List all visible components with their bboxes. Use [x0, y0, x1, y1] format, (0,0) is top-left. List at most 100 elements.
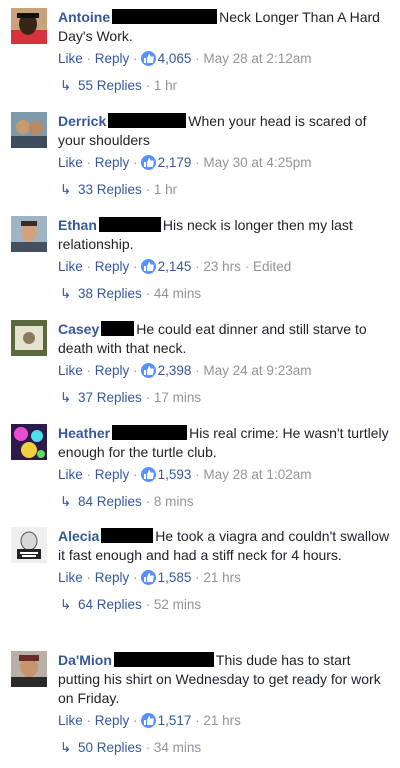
reply-link[interactable]: Reply	[95, 467, 130, 482]
like-link[interactable]: Like	[58, 155, 83, 170]
reply-link[interactable]: Reply	[95, 363, 130, 378]
edited-label[interactable]: Edited	[253, 259, 291, 274]
like-link[interactable]: Like	[58, 713, 83, 728]
like-link[interactable]: Like	[58, 363, 83, 378]
comment-timestamp[interactable]: May 24 at 9:23am	[203, 363, 311, 378]
comment-timestamp[interactable]: 21 hrs	[203, 713, 241, 728]
comment-timestamp[interactable]: 23 hrs	[203, 259, 241, 274]
comment-text-block: Heather His real crime: He wasn't turtlel…	[58, 424, 390, 462]
like-count-icon	[140, 363, 156, 378]
redacted-surname	[101, 528, 154, 543]
comment-body: Heather His real crime: He wasn't turtlel…	[58, 424, 390, 511]
comment-text-block: Ethan His neck is longer then my last rel…	[58, 216, 390, 254]
comment-timestamp[interactable]: May 30 at 4:25pm	[203, 155, 311, 170]
like-count[interactable]: 1,585	[158, 570, 192, 585]
commenter-name[interactable]: Derrick	[58, 113, 106, 129]
redacted-surname	[113, 652, 214, 667]
comment-body: Ethan His neck is longer then my last rel…	[58, 216, 390, 303]
reply-arrow-icon: ↳	[60, 182, 72, 197]
commenter-name[interactable]: Ethan	[58, 217, 97, 233]
comment-feed: Antoine Neck Longer Than A Hard Day's Wor…	[0, 0, 400, 768]
comment-text-block: Da'Mion This dude has to start putting hi…	[58, 651, 390, 708]
reply-link[interactable]: Reply	[95, 155, 130, 170]
reply-arrow-icon: ↳	[60, 78, 72, 93]
like-count-icon	[140, 570, 156, 585]
redacted-surname	[108, 113, 187, 128]
replies-count[interactable]: 33 Replies	[78, 182, 142, 197]
avatar[interactable]	[11, 424, 47, 460]
replies-count[interactable]: 55 Replies	[78, 78, 142, 93]
commenter-name[interactable]: Da'Mion	[58, 652, 112, 668]
comment-actions: Like · Reply · 2,398 · May 24 at 9:23am	[58, 363, 312, 378]
replies-timestamp: 34 mins	[153, 740, 202, 755]
replies-row[interactable]: ↳ 55 Replies · 1 hr	[60, 77, 390, 95]
reply-arrow-icon: ↳	[60, 286, 72, 301]
like-link[interactable]: Like	[58, 51, 83, 66]
replies-timestamp: 44 mins	[153, 286, 202, 301]
redacted-surname	[98, 217, 161, 232]
comment-timestamp[interactable]: May 28 at 2:12am	[203, 51, 311, 66]
avatar[interactable]	[11, 651, 47, 687]
redacted-surname	[101, 321, 135, 336]
like-count[interactable]: 4,065	[158, 51, 192, 66]
like-link[interactable]: Like	[58, 467, 83, 482]
comment-body: Da'Mion This dude has to start putting hi…	[58, 651, 390, 757]
like-count[interactable]: 2,145	[158, 259, 192, 274]
replies-timestamp: 1 hr	[153, 78, 178, 93]
avatar[interactable]	[11, 112, 47, 148]
replies-row[interactable]: ↳ 37 Replies · 17 mins	[60, 389, 390, 407]
replies-row[interactable]: ↳ 84 Replies · 8 mins	[60, 493, 390, 511]
commenter-name[interactable]: Antoine	[58, 9, 110, 25]
avatar[interactable]	[11, 320, 47, 356]
like-count-icon	[140, 259, 156, 274]
replies-timestamp: 8 mins	[153, 494, 194, 509]
comment-text-block: Casey He could eat dinner and still starv…	[58, 320, 390, 358]
replies-row[interactable]: ↳ 50 Replies · 34 mins	[60, 739, 390, 757]
replies-timestamp: 52 mins	[153, 597, 202, 612]
reply-link[interactable]: Reply	[95, 259, 130, 274]
commenter-name[interactable]: Casey	[58, 321, 99, 337]
like-count[interactable]: 2,179	[158, 155, 192, 170]
comment-body: Derrick When your head is scared of your …	[58, 112, 390, 199]
comment-actions: Like · Reply · 2,145 · 23 hrs · Edited	[58, 259, 292, 274]
reply-link[interactable]: Reply	[95, 570, 130, 585]
like-count-icon	[140, 713, 156, 728]
replies-count[interactable]: 84 Replies	[78, 494, 142, 509]
like-link[interactable]: Like	[58, 259, 83, 274]
reply-arrow-icon: ↳	[60, 597, 72, 612]
like-count-icon	[140, 467, 156, 482]
replies-count[interactable]: 37 Replies	[78, 390, 142, 405]
avatar[interactable]	[11, 8, 47, 44]
redacted-surname	[112, 425, 188, 440]
reply-link[interactable]: Reply	[95, 51, 130, 66]
comment-timestamp[interactable]: May 28 at 1:02am	[203, 467, 311, 482]
like-count[interactable]: 1,593	[158, 467, 192, 482]
replies-timestamp: 17 mins	[153, 390, 202, 405]
replies-count[interactable]: 38 Replies	[78, 286, 142, 301]
avatar[interactable]	[11, 216, 47, 252]
replies-row[interactable]: ↳ 33 Replies · 1 hr	[60, 181, 390, 199]
comment-text-block: Alecia He took a viagra and couldn't swal…	[58, 527, 390, 565]
comment-timestamp[interactable]: 21 hrs	[203, 570, 241, 585]
like-count-icon	[140, 51, 156, 66]
reply-arrow-icon: ↳	[60, 390, 72, 405]
like-count[interactable]: 1,517	[158, 713, 192, 728]
like-count[interactable]: 2,398	[158, 363, 192, 378]
comment-body: Casey He could eat dinner and still starv…	[58, 320, 390, 407]
avatar[interactable]	[11, 527, 47, 563]
reply-arrow-icon: ↳	[60, 494, 72, 509]
reply-arrow-icon: ↳	[60, 740, 72, 755]
replies-count[interactable]: 50 Replies	[78, 740, 142, 755]
comment-body: Antoine Neck Longer Than A Hard Day's Wor…	[58, 8, 390, 95]
replies-timestamp: 1 hr	[153, 182, 178, 197]
commenter-name[interactable]: Alecia	[58, 528, 99, 544]
replies-row[interactable]: ↳ 64 Replies · 52 mins	[60, 596, 390, 614]
reply-link[interactable]: Reply	[95, 713, 130, 728]
commenter-name[interactable]: Heather	[58, 425, 110, 441]
comment-body: Alecia He took a viagra and couldn't swal…	[58, 527, 390, 614]
comment-actions: Like · Reply · 1,593 · May 28 at 1:02am	[58, 467, 312, 482]
comment-text-block: Antoine Neck Longer Than A Hard Day's Wor…	[58, 8, 390, 46]
replies-count[interactable]: 64 Replies	[78, 597, 142, 612]
replies-row[interactable]: ↳ 38 Replies · 44 mins	[60, 285, 390, 303]
like-link[interactable]: Like	[58, 570, 83, 585]
